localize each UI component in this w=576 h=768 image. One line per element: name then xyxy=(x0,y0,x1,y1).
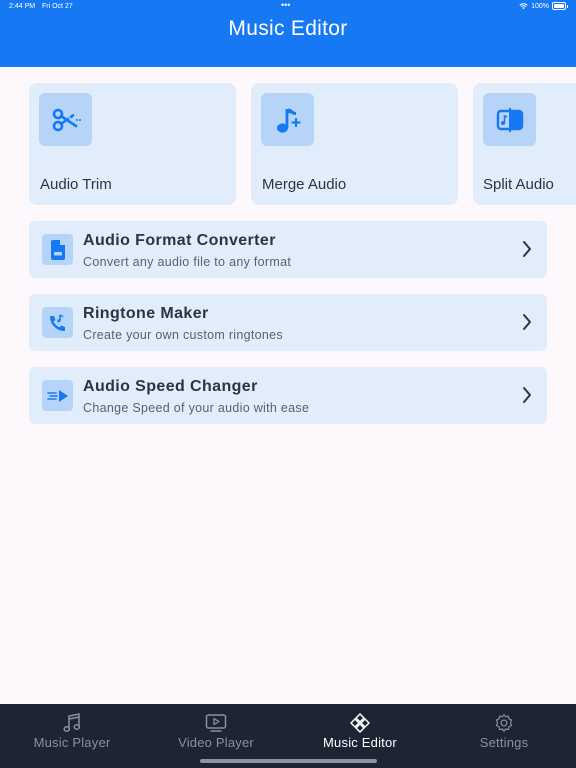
card-split-audio[interactable]: Split Audio xyxy=(473,83,576,205)
music-note-icon xyxy=(63,713,81,733)
row-ringtone-maker[interactable]: Ringtone Maker Create your own custom ri… xyxy=(29,294,547,351)
split-audio-icon xyxy=(483,93,536,146)
tab-label: Music Editor xyxy=(323,735,397,750)
chevron-right-icon xyxy=(523,387,531,403)
audio-file-icon xyxy=(42,234,73,265)
chevron-right-icon xyxy=(523,314,531,330)
tab-video-player[interactable]: Video Player xyxy=(144,704,288,760)
tab-settings[interactable]: Settings xyxy=(432,704,576,760)
gear-icon xyxy=(494,713,514,733)
row-title: Audio Speed Changer xyxy=(83,378,258,395)
tab-music-editor[interactable]: Music Editor xyxy=(288,704,432,760)
home-indicator[interactable] xyxy=(200,759,377,763)
row-audio-format-converter[interactable]: Audio Format Converter Convert any audio… xyxy=(29,221,547,278)
music-note-plus-icon xyxy=(261,93,314,146)
row-title: Ringtone Maker xyxy=(83,305,209,322)
battery-icon xyxy=(552,2,568,10)
video-player-icon xyxy=(205,713,227,733)
tab-music-player[interactable]: Music Player xyxy=(0,704,144,760)
card-label: Merge Audio xyxy=(262,176,347,193)
tab-label: Settings xyxy=(479,735,529,750)
music-editor-icon xyxy=(349,713,371,733)
row-subtitle: Convert any audio file to any format xyxy=(83,255,292,269)
chevron-right-icon xyxy=(523,241,531,257)
app-header: 2:44 PM Fri Oct 27 ••• 100% Music Editor xyxy=(0,0,576,67)
card-label: Audio Trim xyxy=(40,176,112,193)
multitasking-dots[interactable]: ••• xyxy=(281,0,290,10)
scissors-icon xyxy=(39,93,92,146)
page-title: Music Editor xyxy=(228,17,348,40)
row-audio-speed-changer[interactable]: Audio Speed Changer Change Speed of your… xyxy=(29,367,547,424)
status-right: 100% xyxy=(519,2,568,10)
row-title: Audio Format Converter xyxy=(83,232,276,249)
tab-label: Video Player xyxy=(178,735,254,750)
card-merge-audio[interactable]: Merge Audio xyxy=(251,83,458,205)
status-bar: 2:44 PM Fri Oct 27 ••• 100% xyxy=(0,0,576,14)
status-time: 2:44 PM xyxy=(9,3,36,10)
speed-play-icon xyxy=(42,380,73,411)
card-audio-trim[interactable]: Audio Trim xyxy=(29,83,236,205)
card-label: Split Audio xyxy=(483,176,554,193)
row-subtitle: Change Speed of your audio with ease xyxy=(83,401,310,415)
status-date: Fri Oct 27 xyxy=(42,3,73,10)
phone-ring-icon xyxy=(42,307,73,338)
battery-percent: 100% xyxy=(531,2,549,10)
row-subtitle: Create your own custom ringtones xyxy=(83,328,283,342)
tab-label: Music Player xyxy=(33,735,111,750)
wifi-icon xyxy=(519,2,528,9)
